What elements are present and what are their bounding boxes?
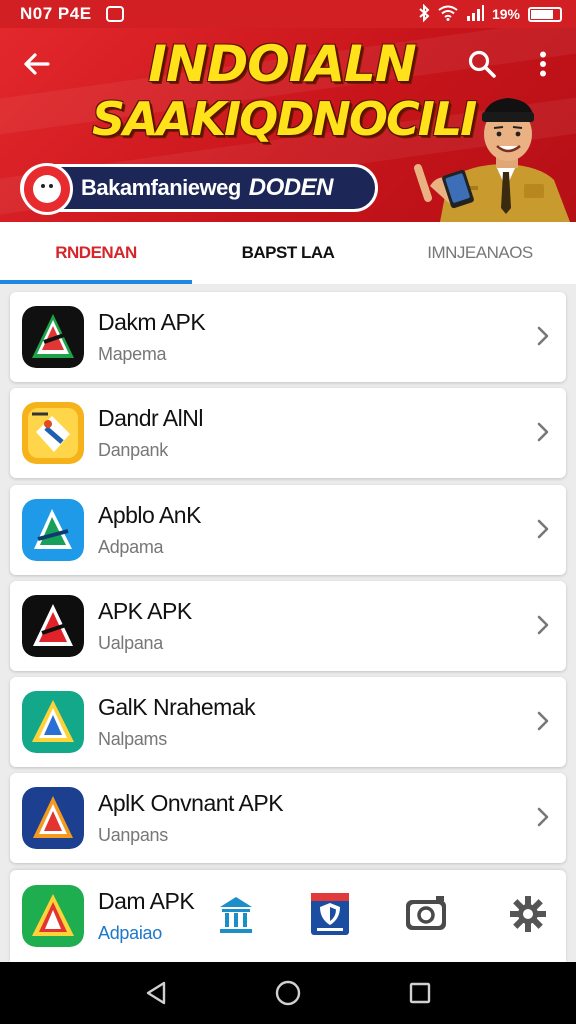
nav-shield-button[interactable] bbox=[308, 890, 352, 938]
tab-bar: RNDENAN BAPST LAA IMNJEANAOS bbox=[0, 222, 576, 284]
signal-icon bbox=[466, 4, 484, 24]
chevron-right-icon bbox=[537, 711, 549, 731]
app-subtitle: Danpank bbox=[98, 440, 168, 461]
tab-2[interactable]: BAPST LAA bbox=[192, 222, 384, 284]
person-illustration-icon bbox=[414, 98, 570, 222]
status-indicators: 19% bbox=[418, 3, 562, 25]
chevron-right-icon bbox=[537, 422, 549, 442]
nav-camera-button[interactable] bbox=[404, 890, 448, 938]
square-recents-icon bbox=[409, 982, 431, 1004]
app-name: APK APK bbox=[98, 597, 192, 624]
status-bar: N07 P4E 19% bbox=[0, 0, 576, 28]
app-subtitle: Adpaiao bbox=[98, 923, 162, 943]
system-home-button[interactable] bbox=[268, 973, 308, 1013]
battery-percent: 19% bbox=[491, 6, 520, 22]
apk-icon-green bbox=[22, 885, 84, 947]
app-text: APK APK Ualpana bbox=[98, 598, 192, 654]
shield-card-icon bbox=[311, 893, 349, 935]
app-text: Dakm APK Mapema bbox=[98, 309, 206, 365]
promo-pill-label: Bakamfanieweg bbox=[81, 175, 241, 200]
bottom-app-card[interactable]: Dam APK Adpaiao bbox=[10, 870, 566, 962]
app-name: Apblo AnK bbox=[98, 501, 201, 528]
bank-icon bbox=[220, 897, 252, 933]
promo-pill[interactable]: Bakamfanieweg DODEN bbox=[20, 163, 378, 215]
app-name: Dandr AlNl bbox=[98, 405, 203, 432]
app-subtitle: Uanpans bbox=[98, 825, 168, 846]
promo-pill-emphasis: DODEN bbox=[248, 174, 334, 201]
tab-3[interactable]: IMNJEANAOS bbox=[384, 222, 576, 284]
wifi-icon bbox=[438, 5, 458, 24]
chevron-right-icon bbox=[537, 808, 549, 827]
camera-icon bbox=[406, 896, 446, 930]
battery-icon bbox=[528, 6, 562, 22]
list-item[interactable]: GalK Nrahemak Nalpams bbox=[10, 677, 566, 768]
app-text: Dandr AlNl Danpank bbox=[98, 405, 203, 461]
app-text: GalK Nrahemak Nalpams bbox=[98, 694, 256, 750]
chevron-right-icon bbox=[537, 326, 549, 346]
apk-icon-navy bbox=[22, 787, 84, 850]
circle-home-icon bbox=[275, 980, 301, 1006]
more-options-button[interactable] bbox=[526, 42, 560, 86]
apk-icon-yellow bbox=[22, 402, 84, 465]
apk-icon-black-red bbox=[22, 594, 84, 657]
system-recents-button[interactable] bbox=[400, 973, 440, 1013]
apk-icon-green-black bbox=[22, 306, 84, 368]
app-name: Dakm APK bbox=[98, 309, 206, 335]
list-item[interactable]: AplK Onvnant APK Uanpans bbox=[10, 773, 566, 864]
nav-settings-button[interactable] bbox=[506, 890, 550, 938]
search-icon bbox=[468, 50, 496, 78]
app-subtitle: Adpama bbox=[98, 536, 164, 557]
list-item[interactable]: Dakm APK Mapema bbox=[10, 292, 566, 382]
notification-icon bbox=[105, 6, 124, 22]
app-subtitle: Ualpana bbox=[98, 632, 163, 653]
back-button[interactable] bbox=[14, 44, 58, 84]
active-tab-indicator bbox=[0, 280, 192, 284]
apk-icon-teal bbox=[22, 691, 84, 754]
back-arrow-icon bbox=[24, 53, 50, 75]
system-navigation-bar bbox=[0, 962, 576, 1024]
settings-gear-icon bbox=[510, 896, 546, 932]
status-time: N07 P4E bbox=[20, 4, 92, 23]
apk-icon-blue bbox=[22, 498, 84, 561]
mascot-face bbox=[33, 175, 61, 203]
list-item[interactable]: Dandr AlNl Danpank bbox=[10, 388, 566, 479]
app-text: AplK Onvnant APK Uanpans bbox=[98, 790, 284, 846]
app-subtitle: Mapema bbox=[98, 344, 167, 364]
header-banner: INDOIALN SAAKIQDNOCILI Bakamfanieweg DODE… bbox=[0, 28, 576, 222]
app-text: Apblo AnK Adpama bbox=[98, 502, 201, 558]
app-name: GalK Nrahemak bbox=[98, 694, 256, 721]
tab-1[interactable]: RNDENAN bbox=[0, 222, 192, 284]
app-name: Dam APK bbox=[98, 888, 195, 914]
app-subtitle: Nalpams bbox=[98, 729, 167, 750]
list-item[interactable]: APK APK Ualpana bbox=[10, 580, 566, 671]
triangle-back-icon bbox=[146, 981, 166, 1005]
app-text: Dam APK Adpaiao bbox=[98, 888, 195, 944]
bluetooth-icon bbox=[418, 3, 430, 25]
search-button[interactable] bbox=[460, 42, 504, 86]
app-list: Dakm APK Mapema Dandr AlNl Danpank Apblo… bbox=[10, 292, 566, 870]
system-back-button[interactable] bbox=[136, 973, 176, 1013]
nav-bank-button[interactable] bbox=[214, 890, 258, 938]
promo-pill-text: Bakamfanieweg DODEN bbox=[81, 174, 333, 202]
list-item[interactable]: Apblo AnK Adpama bbox=[10, 484, 566, 575]
battery-fill bbox=[531, 9, 553, 19]
mascot-logo-icon bbox=[21, 163, 73, 215]
more-vertical-icon bbox=[540, 51, 546, 77]
chevron-right-icon bbox=[537, 519, 549, 538]
app-name: AplK Onvnant APK bbox=[98, 790, 284, 817]
chevron-right-icon bbox=[537, 615, 549, 635]
banner-title-line1: INDOIALN bbox=[148, 35, 416, 93]
